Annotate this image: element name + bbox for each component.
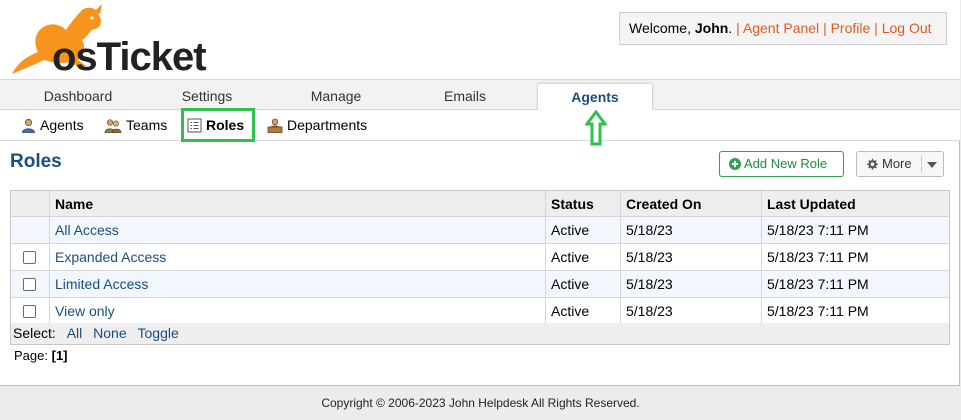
column-header-created-on[interactable]: Created On: [620, 191, 761, 216]
role-name-link[interactable]: Expanded Access: [55, 249, 166, 265]
tab-agents[interactable]: Agents: [537, 83, 653, 112]
tab-emails[interactable]: Emails: [415, 80, 515, 111]
plus-circle-icon: [729, 158, 741, 170]
subnav-label: Teams: [126, 117, 168, 133]
roles-highlight-box: [181, 108, 255, 142]
role-created-on: 5/18/23: [620, 271, 761, 297]
add-new-role-button[interactable]: Add New Role: [719, 151, 844, 177]
role-status: Active: [545, 217, 620, 243]
role-status: Active: [545, 244, 620, 270]
row-checkbox[interactable]: [23, 278, 36, 291]
role-created-on: 5/18/23: [620, 244, 761, 270]
more-label: More: [882, 156, 912, 171]
select-bar: Select: All None Toggle: [10, 323, 950, 345]
sub-nav: Agents Teams Roles Departments: [0, 110, 960, 141]
divider: [921, 155, 922, 173]
table-row: All Access Active 5/18/23 5/18/23 7:11 P…: [11, 217, 949, 244]
user-bar: Welcome, John. | Agent Panel | Profile |…: [619, 12, 947, 45]
tab-settings[interactable]: Settings: [157, 80, 257, 111]
footer-copyright: Copyright © 2006-2023 John Helpdesk All …: [321, 396, 640, 410]
subnav-item-departments[interactable]: Departments: [267, 110, 367, 141]
select-label: Select:: [13, 325, 56, 341]
column-header-status[interactable]: Status: [545, 191, 620, 216]
page-label: Page:: [14, 348, 48, 363]
column-header-name[interactable]: Name: [49, 191, 545, 216]
profile-link[interactable]: Profile: [831, 20, 871, 36]
role-last-updated: 5/18/23 7:11 PM: [761, 298, 950, 325]
page-title: Roles: [10, 151, 62, 172]
header: osTicket Welcome, John. | Agent Panel | …: [0, 0, 960, 80]
role-created-on: 5/18/23: [620, 217, 761, 243]
tab-dashboard[interactable]: Dashboard: [28, 80, 128, 111]
table-header-row: Name Status Created On Last Updated: [11, 191, 949, 217]
select-none-link[interactable]: None: [93, 325, 126, 341]
main-nav: Dashboard Settings Manage Emails Agents: [0, 79, 960, 112]
subnav-label: Agents: [40, 117, 84, 133]
subnav-item-teams[interactable]: Teams: [104, 110, 167, 141]
user-name: John: [694, 20, 729, 36]
chevron-down-icon[interactable]: [927, 162, 937, 168]
separator: |: [823, 20, 827, 36]
select-toggle-link[interactable]: Toggle: [138, 325, 179, 341]
column-header-last-updated[interactable]: Last Updated: [761, 191, 950, 216]
pagination: Page: [1]: [14, 348, 68, 364]
separator: |: [874, 20, 878, 36]
kangaroo-logo-icon: osTicket: [12, 4, 207, 79]
separator: |: [736, 20, 740, 36]
departments-icon: [267, 118, 283, 133]
role-name-link[interactable]: All Access: [55, 222, 119, 238]
subnav-label: Departments: [287, 117, 368, 133]
up-arrow-icon: [585, 110, 607, 146]
row-select-cell: [11, 217, 49, 243]
welcome-prefix: Welcome,: [629, 20, 695, 36]
page: osTicket Welcome, John. | Agent Panel | …: [0, 0, 960, 386]
roles-table: Name Status Created On Last Updated All …: [10, 190, 950, 326]
role-last-updated: 5/18/23 7:11 PM: [761, 217, 950, 243]
osticket-logo[interactable]: osTicket: [8, 4, 213, 79]
gear-icon: [867, 158, 878, 170]
subnav-item-agents[interactable]: Agents: [21, 110, 84, 141]
teams-icon: [104, 119, 122, 133]
role-last-updated: 5/18/23 7:11 PM: [761, 244, 950, 270]
agent-icon: [22, 118, 35, 133]
tab-manage[interactable]: Manage: [286, 80, 386, 111]
role-status: Active: [545, 298, 620, 325]
more-button[interactable]: More: [856, 151, 944, 177]
role-last-updated: 5/18/23 7:11 PM: [761, 271, 950, 297]
header-checkbox-column: [11, 191, 49, 216]
role-name-link[interactable]: View only: [55, 303, 115, 319]
agent-panel-link[interactable]: Agent Panel: [743, 20, 819, 36]
row-checkbox[interactable]: [23, 251, 36, 264]
row-checkbox[interactable]: [23, 305, 36, 318]
welcome-suffix: .: [728, 20, 733, 36]
role-created-on: 5/18/23: [620, 298, 761, 325]
table-row: Expanded Access Active 5/18/23 5/18/23 7…: [11, 244, 949, 271]
role-status: Active: [545, 271, 620, 297]
add-new-role-label: Add New Role: [744, 156, 828, 171]
table-row: Limited Access Active 5/18/23 5/18/23 7:…: [11, 271, 949, 298]
role-name-link[interactable]: Limited Access: [55, 276, 148, 292]
svg-text:osTicket: osTicket: [52, 35, 206, 76]
current-page[interactable]: [1]: [52, 348, 68, 363]
log-out-link[interactable]: Log Out: [882, 20, 932, 36]
table-row: View only Active 5/18/23 5/18/23 7:11 PM: [11, 298, 949, 325]
select-all-link[interactable]: All: [67, 325, 83, 341]
